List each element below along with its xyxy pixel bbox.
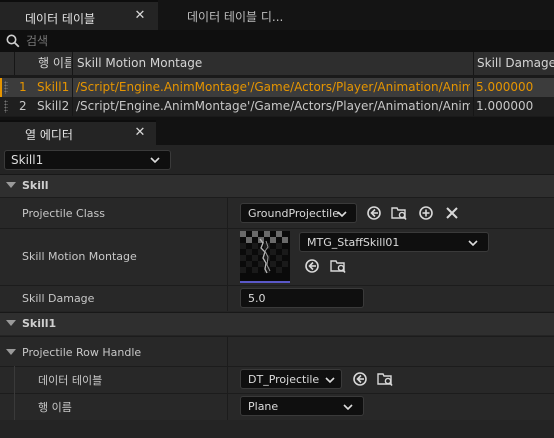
tab-data-table-details-label: 데이터 테이블 디... — [187, 10, 284, 24]
table-header: 행 이름 Skill Motion Montage Skill Damage — [0, 52, 554, 75]
property-label: Skill Motion Montage — [22, 250, 137, 263]
search-input[interactable] — [26, 32, 526, 50]
add-icon[interactable] — [418, 205, 434, 221]
skill-motion-montage-combo[interactable]: MTG_StaffSkill01 — [299, 232, 489, 252]
asset-thumbnail[interactable] — [240, 231, 290, 283]
property-row-projectile-row-handle[interactable]: Projectile Row Handle — [0, 336, 554, 366]
column-divider[interactable] — [14, 52, 15, 75]
row-select-value: Skill1 — [11, 153, 44, 167]
montage-thumbnail-image — [240, 231, 290, 279]
chevron-down-icon — [337, 211, 347, 217]
row-damage: 1.000000 — [476, 99, 534, 113]
chevron-down-icon — [325, 377, 335, 383]
browse-folder-icon[interactable] — [391, 205, 407, 221]
browse-folder-icon[interactable] — [330, 258, 346, 274]
header-row-name[interactable]: 행 이름 — [18, 52, 71, 75]
panel-footer-space — [0, 420, 554, 438]
row-damage: 5.000000 — [476, 80, 534, 94]
column-splitter[interactable] — [227, 336, 228, 420]
column-splitter[interactable] — [227, 197, 228, 311]
collapse-arrow-icon — [6, 182, 16, 188]
row-name-value: Plane — [248, 400, 279, 413]
row-name-combo[interactable]: Plane — [240, 396, 364, 416]
row-montage: /Script/Engine.AnimMontage'/Game/Actors/… — [76, 80, 470, 94]
browse-folder-icon[interactable] — [377, 371, 393, 387]
category-skill1-label: Skill1 — [22, 317, 57, 330]
row-index: 2 — [19, 99, 27, 113]
search-bar — [0, 30, 554, 52]
property-label: Projectile Row Handle — [22, 346, 142, 359]
header-skill-damage[interactable]: Skill Damage — [477, 52, 554, 75]
property-label: 데이터 테이블 — [38, 374, 103, 387]
row-index: 1 — [19, 80, 27, 94]
column-divider[interactable] — [72, 52, 73, 75]
tab-data-table[interactable]: 데이터 테이블 ✕ — [0, 0, 158, 30]
data-table-value: DT_Projectile — [248, 373, 320, 386]
tab-data-table-details[interactable]: 데이터 테이블 디... — [160, 0, 320, 30]
column-divider — [72, 78, 73, 116]
property-label: Projectile Class — [22, 207, 105, 220]
header-skill-motion-montage[interactable]: Skill Motion Montage — [77, 52, 472, 75]
category-skill1[interactable]: Skill1 — [0, 312, 554, 335]
column-divider[interactable] — [473, 52, 474, 75]
clear-icon[interactable] — [444, 205, 460, 221]
projectile-class-combo[interactable]: GroundProjectile — [240, 203, 357, 223]
data-table-combo[interactable]: DT_Projectile — [240, 369, 342, 389]
property-label: Skill Damage — [22, 292, 95, 305]
category-skill[interactable]: Skill — [0, 174, 554, 197]
close-icon[interactable]: ✕ — [133, 8, 147, 24]
indent-guide — [14, 366, 15, 420]
search-icon — [6, 34, 20, 48]
tab-data-table-label: 데이터 테이블 — [25, 12, 96, 26]
category-skill-label: Skill — [22, 179, 49, 192]
table-row[interactable]: 2 Skill2 /Script/Engine.AnimMontage'/Gam… — [0, 97, 554, 116]
row-select-combo[interactable]: Skill1 — [4, 150, 171, 170]
collapse-arrow-icon — [6, 320, 16, 326]
close-icon[interactable]: ✕ — [133, 125, 147, 141]
column-divider — [473, 78, 474, 116]
row-montage: /Script/Engine.AnimMontage'/Game/Actors/… — [76, 99, 470, 113]
skill-motion-montage-value: MTG_StaffSkill01 — [307, 236, 400, 249]
use-selected-icon[interactable] — [352, 371, 368, 387]
drag-handle-icon[interactable] — [4, 100, 8, 113]
header-index — [0, 52, 14, 75]
chevron-down-icon — [468, 240, 478, 246]
table-row[interactable]: 1 Skill1 /Script/Engine.AnimMontage'/Gam… — [0, 78, 554, 97]
tab-column-editor[interactable]: 열 에디터 ✕ — [0, 120, 156, 145]
selection-indicator — [0, 78, 2, 97]
tab-column-editor-label: 열 에디터 — [25, 128, 73, 142]
use-selected-icon[interactable] — [366, 205, 382, 221]
chevron-down-icon — [343, 404, 353, 410]
collapse-arrow-icon[interactable] — [6, 349, 16, 355]
chevron-down-icon — [150, 157, 160, 163]
row-name: Skill2 — [37, 99, 70, 113]
drag-handle-icon[interactable] — [4, 81, 8, 94]
projectile-class-value: GroundProjectile — [248, 207, 339, 220]
skill-damage-input[interactable]: 5.0 — [240, 288, 364, 308]
skill-damage-value: 5.0 — [248, 292, 266, 305]
property-label: 행 이름 — [38, 401, 72, 414]
use-selected-icon[interactable] — [304, 258, 320, 274]
row-name: Skill1 — [37, 80, 70, 94]
